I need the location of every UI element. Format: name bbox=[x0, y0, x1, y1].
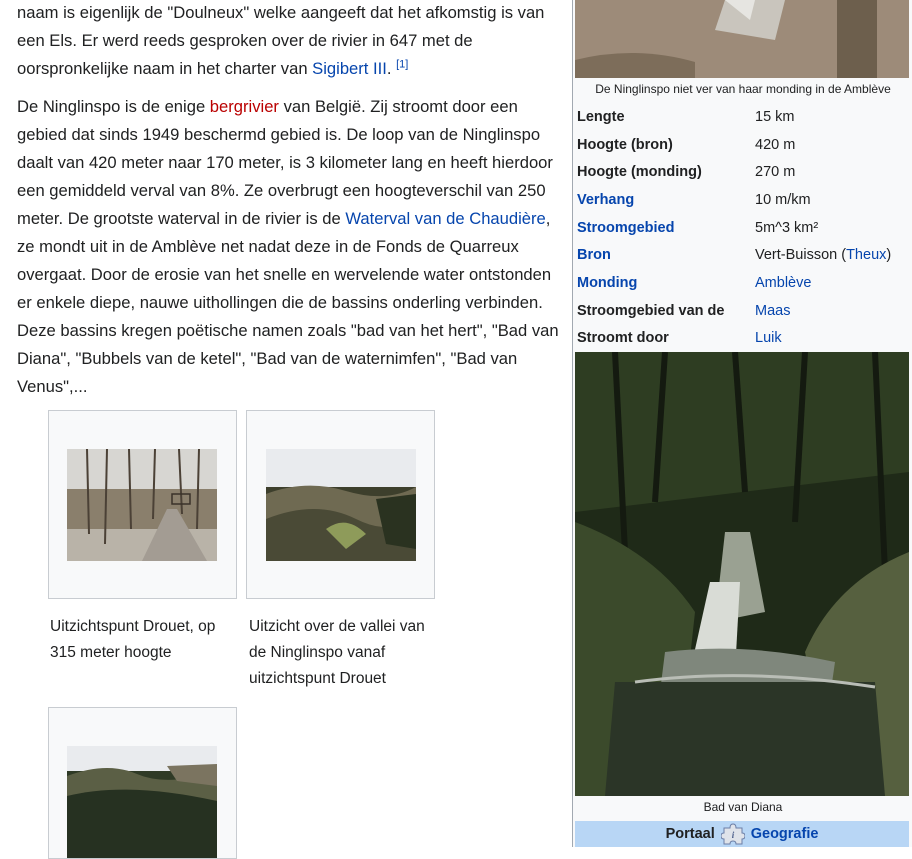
infobox-row: Hoogte (monding) 270 m bbox=[575, 158, 893, 186]
infobox-value: 15 km bbox=[755, 108, 795, 125]
infobox-row: Stroomgebied van de Maas bbox=[575, 297, 893, 325]
infobox-key: Lengte bbox=[577, 108, 625, 125]
gallery-caption-vallei: Uitzicht over de vallei van de Ninglinsp… bbox=[249, 618, 425, 687]
portal-bar: Portaal i Geografie bbox=[575, 821, 909, 847]
paragraph-text: . bbox=[386, 59, 397, 78]
link-maas[interactable]: Maas bbox=[755, 303, 790, 319]
gallery-item-vallei[interactable] bbox=[246, 410, 435, 599]
paragraph-description: De Ninglinspo is de enige bergrivier van… bbox=[17, 93, 562, 401]
link-verhang[interactable]: Verhang bbox=[577, 192, 634, 208]
link-monding[interactable]: Monding bbox=[577, 275, 637, 291]
value-text: Vert-Buisson ( bbox=[755, 247, 847, 264]
infobox-row: Bron Vert-Buisson (Theux) bbox=[575, 241, 893, 269]
link-luik[interactable]: Luik bbox=[755, 330, 782, 346]
link-sigibert-iii[interactable]: Sigibert III bbox=[312, 59, 387, 78]
photo-forest-path[interactable] bbox=[67, 449, 217, 561]
link-waterval-chaudiere[interactable]: Waterval van de Chaudière bbox=[345, 209, 545, 228]
infobox-key: Hoogte (monding) bbox=[577, 164, 702, 181]
infobox-row: Verhang 10 m/km bbox=[575, 186, 893, 214]
link-stroomgebied[interactable]: Stroomgebied bbox=[577, 220, 674, 236]
portal-label: Portaal bbox=[665, 826, 715, 842]
puzzle-icon: i bbox=[720, 823, 745, 845]
infobox-key: Stroomt door bbox=[577, 330, 669, 347]
photo-ninglinspo-near-mouth[interactable] bbox=[575, 0, 909, 78]
infobox-key: Hoogte (bron) bbox=[577, 136, 673, 153]
infobox-top-caption: De Ninglinspo niet ver van haar monding … bbox=[595, 82, 891, 96]
article-body: naam is eigenlijk de "Doulneux" welke aa… bbox=[17, 0, 562, 401]
infobox-row: Stroomgebied 5m^3 km² bbox=[575, 214, 893, 242]
infobox-facts-table: Lengte 15 km Hoogte (bron) 420 m Hoogte … bbox=[575, 103, 893, 352]
value-text: ) bbox=[886, 247, 892, 264]
paragraph-text: De Ninglinspo is de enige bbox=[17, 97, 210, 116]
paragraph-text: naam is eigenlijk de "Doulneux" welke aa… bbox=[17, 3, 545, 78]
infobox-value: 10 m/km bbox=[755, 191, 811, 208]
infobox-value: 420 m bbox=[755, 136, 796, 153]
photo-valley-view[interactable] bbox=[266, 449, 416, 561]
gallery-item-drouet[interactable] bbox=[48, 410, 237, 599]
infobox-row: Stroomt door Luik bbox=[575, 325, 893, 353]
paragraph-text: , ze mondt uit in de Amblève net nadat d… bbox=[17, 209, 559, 396]
photo-forest-hills[interactable] bbox=[67, 746, 217, 858]
infobox-value: 270 m bbox=[755, 164, 796, 181]
paragraph-etymology: naam is eigenlijk de "Doulneux" welke aa… bbox=[17, 0, 562, 83]
link-bron[interactable]: Bron bbox=[577, 247, 611, 263]
infobox-key: Stroomgebied van de bbox=[577, 302, 725, 319]
infobox-value: 5m^3 km² bbox=[755, 219, 819, 236]
infobox-row: Monding Amblève bbox=[575, 269, 893, 297]
gallery-caption-drouet: Uitzichtspunt Drouet, op 315 meter hoogt… bbox=[50, 618, 216, 661]
infobox-bottom-caption: Bad van Diana bbox=[703, 800, 783, 814]
link-geografie[interactable]: Geografie bbox=[751, 826, 819, 842]
link-bergrivier[interactable]: bergrivier bbox=[210, 97, 279, 116]
gallery-item-3[interactable] bbox=[48, 707, 237, 859]
photo-bad-van-diana[interactable] bbox=[575, 352, 909, 796]
infobox-row: Lengte 15 km bbox=[575, 103, 893, 131]
infobox: De Ninglinspo niet ver van haar monding … bbox=[572, 0, 912, 847]
reference-1[interactable]: [1] bbox=[396, 58, 408, 70]
link-theux[interactable]: Theux bbox=[846, 247, 886, 263]
infobox-row: Hoogte (bron) 420 m bbox=[575, 131, 893, 159]
link-ambleve[interactable]: Amblève bbox=[755, 275, 811, 291]
infobox-value: Vert-Buisson (Theux) bbox=[751, 241, 893, 269]
